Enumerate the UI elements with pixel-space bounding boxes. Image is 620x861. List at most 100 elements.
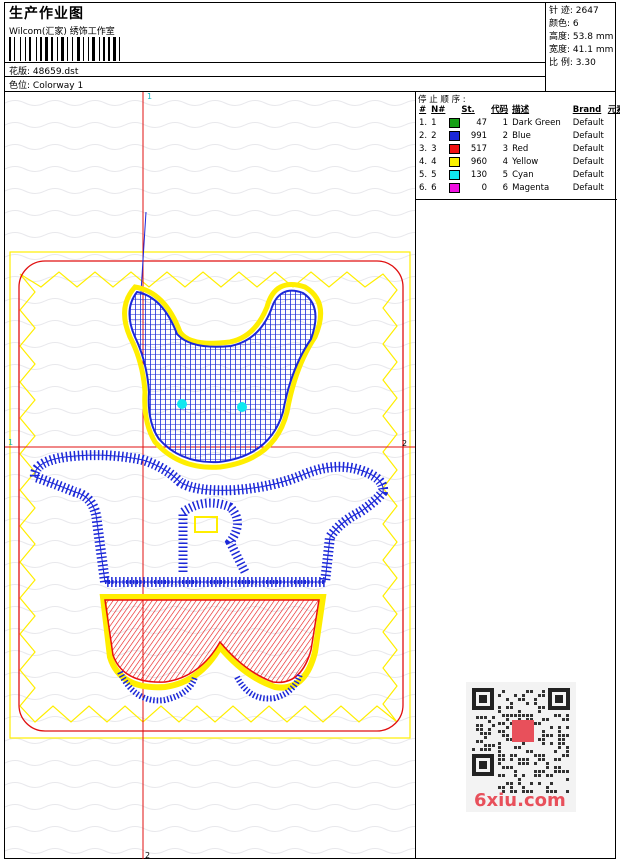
color-swatch xyxy=(449,182,461,193)
barcode-bar xyxy=(99,37,100,61)
barcode-bar xyxy=(92,37,95,61)
table-row: 4. 4 960 4 Yellow Default xyxy=(417,156,620,169)
barcode-bar xyxy=(16,37,19,61)
stat-colors: 颜色: 6 xyxy=(549,19,579,29)
barcode-bar xyxy=(101,37,102,61)
barcode-bar xyxy=(9,37,11,61)
header-info: 生产作业图 Wilcom(汇家) 绣饰工作室 花版: 48659.dst 色位:… xyxy=(5,3,546,91)
row-description: Cyan xyxy=(512,170,534,180)
barcode-bar xyxy=(74,37,76,61)
row-swatch-stitches: 0 xyxy=(447,182,489,195)
table-row: 1. 1 47 1 Dark Green Default xyxy=(417,117,620,130)
row-code: 2 xyxy=(502,131,509,141)
row-stitches: 991 xyxy=(470,131,488,141)
barcode-bar xyxy=(29,37,31,61)
row-swatch-stitches: 960 xyxy=(447,156,489,169)
row-number: 1. xyxy=(419,118,428,128)
barcode-bar xyxy=(108,37,110,61)
row-code: 3 xyxy=(502,144,509,154)
barcode-bar xyxy=(88,37,89,61)
stat-scale: 比 例: 3.30 xyxy=(549,58,596,68)
barcode-bar xyxy=(67,37,68,61)
barcode-bar xyxy=(40,37,42,61)
barcode-bar xyxy=(32,37,35,61)
stats-panel: 针 迹: 2647 颜色: 6 高度: 53.8 mm 宽度: 41.1 mm … xyxy=(546,3,616,91)
row-code-num: 5 xyxy=(431,170,437,180)
barcode-bar xyxy=(57,37,58,61)
row-swatch-stitches: 991 xyxy=(447,130,489,143)
barcode-bar xyxy=(83,37,84,61)
row-number: 3. xyxy=(419,144,428,154)
color-swatch xyxy=(449,117,461,128)
row-stitches: 960 xyxy=(470,157,488,167)
row-code-num: 6 xyxy=(431,183,437,193)
axis-label-right: 2 xyxy=(402,439,407,448)
row-description: Dark Green xyxy=(512,118,561,128)
row-code: 1 xyxy=(502,118,509,128)
row-number: 6. xyxy=(419,183,428,193)
row-number: 2. xyxy=(419,131,428,141)
barcode-bar xyxy=(77,37,80,61)
row-code-num: 2 xyxy=(431,131,437,141)
eye-right xyxy=(237,402,247,412)
barcode-bar xyxy=(43,37,44,61)
row-stitches: 130 xyxy=(470,170,488,180)
barcode-bar xyxy=(14,37,15,61)
barcode-bar xyxy=(51,37,53,61)
barcode-bar xyxy=(59,37,60,61)
barcode-bar xyxy=(113,37,116,61)
colorway-value: Colorway 1 xyxy=(32,81,84,91)
divider xyxy=(5,76,545,77)
barcode-bar xyxy=(106,37,107,61)
row-stitches: 47 xyxy=(476,118,488,128)
row-code-num: 1 xyxy=(431,118,437,128)
barcode xyxy=(9,37,129,61)
row-swatch-stitches: 130 xyxy=(447,169,489,182)
barcode-bar xyxy=(38,37,39,61)
row-code: 4 xyxy=(502,157,509,167)
stat-stitches: 针 迹: 2647 xyxy=(549,6,599,16)
row-number: 5. xyxy=(419,170,428,180)
barcode-bar xyxy=(25,37,26,61)
barcode-bar xyxy=(22,37,24,61)
table-row: 3. 3 517 3 Red Default xyxy=(417,143,620,156)
watermark-text: 6xiu.com xyxy=(474,790,566,811)
row-stitches: 517 xyxy=(470,144,488,154)
table-row: 6. 6 0 6 Magenta Default xyxy=(417,182,620,195)
barcode-bar xyxy=(117,37,118,61)
row-number: 4. xyxy=(419,157,428,167)
axis-label-top: 1 xyxy=(147,92,152,101)
barcode-bar xyxy=(119,37,120,61)
barcode-bar xyxy=(90,37,91,61)
color-swatch xyxy=(449,156,461,167)
row-code-num: 4 xyxy=(431,157,437,167)
table-row: 2. 2 991 2 Blue Default xyxy=(417,130,620,143)
color-swatch xyxy=(449,169,461,180)
barcode-bar xyxy=(12,37,13,61)
stop-sequence-panel: 停 止 顺 序 : # N# St. 代码 描述 Brand 元素 1.1 47… xyxy=(415,92,620,200)
barcode-bar xyxy=(49,37,50,61)
row-swatch-stitches: 517 xyxy=(447,143,489,156)
table-row: 5. 5 130 5 Cyan Default xyxy=(417,169,620,182)
barcode-bar xyxy=(45,37,48,61)
barcode-bar xyxy=(103,37,105,61)
barcode-bar xyxy=(36,37,37,61)
color-swatch xyxy=(449,143,461,154)
row-description: Red xyxy=(512,144,529,154)
header: 生产作业图 Wilcom(汇家) 绣饰工作室 花版: 48659.dst 色位:… xyxy=(5,3,615,92)
row-code: 5 xyxy=(502,170,509,180)
row-stitches: 0 xyxy=(481,183,488,193)
barcode-bar xyxy=(81,37,82,61)
row-description: Blue xyxy=(512,131,531,141)
axis-label-left: 1 xyxy=(8,438,13,447)
colorway-label: 色位 xyxy=(9,81,28,91)
barcode-bar xyxy=(65,37,66,61)
barcode-bar xyxy=(111,37,112,61)
divider xyxy=(5,62,545,63)
company-name: Wilcom(汇家) 绣饰工作室 xyxy=(9,27,115,37)
row-brand: Default xyxy=(572,131,604,141)
color-swatch xyxy=(449,130,461,141)
row-code-num: 3 xyxy=(431,144,437,154)
barcode-bar xyxy=(96,37,98,61)
page-title: 生产作业图 xyxy=(9,6,84,22)
